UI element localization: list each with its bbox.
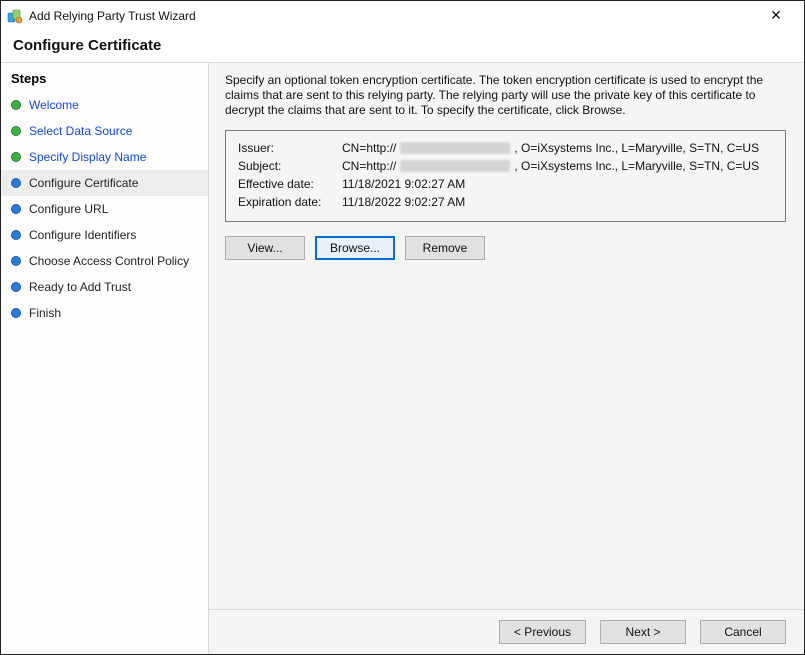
- step-bullet-icon: [11, 230, 21, 240]
- page-heading: Configure Certificate: [13, 37, 792, 54]
- window-title: Add Relying Party Trust Wizard: [29, 9, 196, 23]
- step-label: Ready to Add Trust: [29, 279, 131, 295]
- view-button[interactable]: View...: [225, 236, 305, 260]
- cert-effective-value: 11/18/2021 9:02:27 AM: [342, 177, 465, 191]
- step-label: Configure URL: [29, 201, 108, 217]
- step-bullet-icon: [11, 308, 21, 318]
- cert-expiration-label: Expiration date:: [238, 195, 334, 209]
- titlebar: Add Relying Party Trust Wizard ✕: [1, 1, 804, 31]
- step-label: Configure Identifiers: [29, 227, 136, 243]
- step-specify-display-name[interactable]: Specify Display Name: [1, 144, 208, 170]
- steps-header: Steps: [1, 67, 208, 92]
- step-label: Select Data Source: [29, 123, 132, 139]
- step-bullet-icon: [11, 178, 21, 188]
- main-content: Specify an optional token encryption cer…: [209, 63, 804, 609]
- wizard-window: Add Relying Party Trust Wizard ✕ Configu…: [0, 0, 805, 655]
- step-welcome[interactable]: Welcome: [1, 92, 208, 118]
- step-bullet-icon: [11, 204, 21, 214]
- cert-expiration-row: Expiration date: 11/18/2022 9:02:27 AM: [238, 193, 773, 211]
- cert-issuer-suffix: , O=iXsystems Inc., L=Maryville, S=TN, C…: [514, 141, 759, 155]
- step-bullet-icon: [11, 282, 21, 292]
- remove-button[interactable]: Remove: [405, 236, 485, 260]
- certificate-details: Issuer: CN=http:// , O=iXsystems Inc., L…: [225, 130, 786, 222]
- redacted-segment: [400, 160, 510, 172]
- step-bullet-icon: [11, 126, 21, 136]
- cert-subject-prefix: CN=http://: [342, 159, 396, 173]
- step-finish[interactable]: Finish: [1, 300, 208, 326]
- close-icon: ✕: [770, 7, 782, 24]
- cert-effective-row: Effective date: 11/18/2021 9:02:27 AM: [238, 175, 773, 193]
- cancel-button[interactable]: Cancel: [700, 620, 786, 644]
- instructions-text: Specify an optional token encryption cer…: [225, 73, 786, 118]
- cert-issuer-row: Issuer: CN=http:// , O=iXsystems Inc., L…: [238, 139, 773, 157]
- previous-button[interactable]: < Previous: [499, 620, 586, 644]
- cert-subject-suffix: , O=iXsystems Inc., L=Maryville, S=TN, C…: [514, 159, 759, 173]
- heading-bar: Configure Certificate: [1, 31, 804, 62]
- step-label: Welcome: [29, 97, 79, 113]
- cert-subject-label: Subject:: [238, 159, 334, 173]
- redacted-segment: [400, 142, 510, 154]
- step-choose-access-control-policy[interactable]: Choose Access Control Policy: [1, 248, 208, 274]
- browse-button[interactable]: Browse...: [315, 236, 395, 260]
- step-ready-to-add-trust[interactable]: Ready to Add Trust: [1, 274, 208, 300]
- cert-expiration-value: 11/18/2022 9:02:27 AM: [342, 195, 465, 209]
- main-panel: Specify an optional token encryption cer…: [209, 63, 804, 654]
- close-button[interactable]: ✕: [756, 2, 796, 30]
- wizard-footer: < Previous Next > Cancel: [209, 609, 804, 654]
- wizard-body: Steps Welcome Select Data Source Specify…: [1, 62, 804, 654]
- step-label: Finish: [29, 305, 61, 321]
- cert-issuer-value: CN=http:// , O=iXsystems Inc., L=Maryvil…: [342, 141, 759, 155]
- cert-effective-label: Effective date:: [238, 177, 334, 191]
- step-label: Choose Access Control Policy: [29, 253, 189, 269]
- cert-issuer-prefix: CN=http://: [342, 141, 396, 155]
- step-label: Configure Certificate: [29, 175, 138, 191]
- step-bullet-icon: [11, 152, 21, 162]
- cert-buttons-row: View... Browse... Remove: [225, 236, 786, 260]
- cert-issuer-label: Issuer:: [238, 141, 334, 155]
- cert-subject-value: CN=http:// , O=iXsystems Inc., L=Maryvil…: [342, 159, 759, 173]
- step-label: Specify Display Name: [29, 149, 146, 165]
- step-bullet-icon: [11, 100, 21, 110]
- titlebar-left: Add Relying Party Trust Wizard: [7, 8, 196, 24]
- step-configure-certificate[interactable]: Configure Certificate: [1, 170, 208, 196]
- cert-subject-row: Subject: CN=http:// , O=iXsystems Inc., …: [238, 157, 773, 175]
- step-select-data-source[interactable]: Select Data Source: [1, 118, 208, 144]
- step-configure-identifiers[interactable]: Configure Identifiers: [1, 222, 208, 248]
- steps-sidebar: Steps Welcome Select Data Source Specify…: [1, 63, 209, 654]
- step-bullet-icon: [11, 256, 21, 266]
- next-button[interactable]: Next >: [600, 620, 686, 644]
- app-icon: [7, 8, 23, 24]
- step-configure-url[interactable]: Configure URL: [1, 196, 208, 222]
